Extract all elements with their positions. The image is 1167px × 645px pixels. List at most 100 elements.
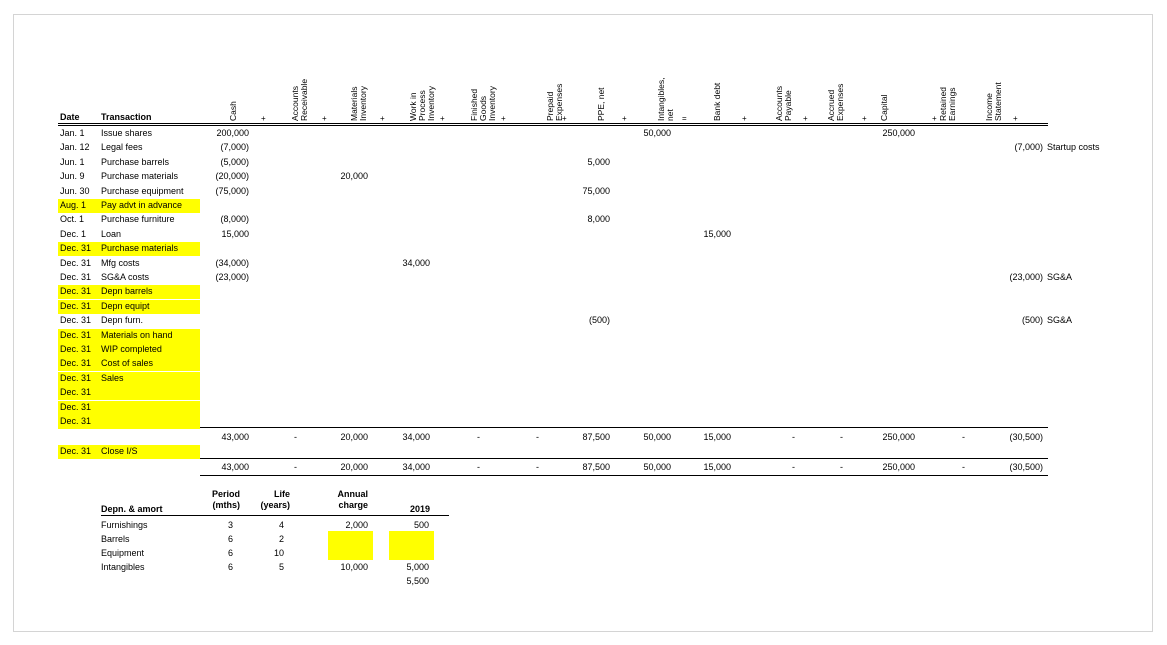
header-underline-2	[58, 125, 1048, 126]
close-transaction: Close I/S	[101, 446, 138, 456]
row-date: Dec. 31	[60, 243, 92, 253]
cell-income: (23,000)	[1009, 272, 1043, 282]
cell-cash: 15,000	[221, 229, 249, 239]
row-transaction: Purchase furniture	[101, 214, 175, 224]
depn-life: 10	[273, 548, 284, 558]
operator-8: =	[682, 114, 687, 123]
cell-ppe: 75,000	[582, 186, 610, 196]
cell-cash: (5,000)	[220, 157, 249, 167]
row-date: Dec. 31	[60, 258, 92, 268]
row-date: Dec. 31	[60, 330, 92, 340]
cell-cash: (7,000)	[220, 142, 249, 152]
row-date: Aug. 1	[60, 200, 87, 210]
transaction-header: Transaction	[101, 112, 152, 122]
final-accrued: -	[840, 462, 843, 472]
depn-life: 4	[278, 520, 284, 530]
row-date: Dec. 1	[60, 229, 87, 239]
depn-total: 5,500	[406, 576, 429, 586]
depn-underline	[101, 515, 449, 516]
row-transaction: Purchase barrels	[101, 157, 170, 167]
row-date: Jan. 1	[60, 128, 85, 138]
depn-annual: 10,000	[340, 562, 368, 572]
final-topline	[200, 458, 1048, 459]
column-header-ppe: PPE, net	[596, 87, 606, 121]
cell-bank: 15,000	[703, 229, 731, 239]
column-header-ap: Accounts Payable	[774, 86, 793, 121]
operator-3: +	[380, 114, 385, 123]
row-date: Dec. 31	[60, 315, 92, 325]
row-date: Dec. 31	[60, 272, 92, 282]
column-header-accrued: Accrued Expenses	[826, 83, 845, 121]
column-header-capital: Capital	[879, 94, 889, 121]
depn-period: 6	[227, 548, 233, 558]
cell-wip: 34,000	[402, 258, 430, 268]
depn-highlight-annual	[328, 531, 373, 560]
row-date: Dec. 31	[60, 301, 92, 311]
operator-5: +	[501, 114, 506, 123]
final-prepaid: -	[536, 462, 539, 472]
total-accrued: -	[840, 432, 843, 442]
close-date: Dec. 31	[60, 446, 92, 456]
column-header-wip: Work in Process Inventory	[408, 86, 436, 121]
cell-cash: 200,000	[216, 128, 249, 138]
column-header-prepaid: Prepaid Expenses	[545, 83, 564, 121]
operator-2: +	[322, 114, 327, 123]
row-date: Jun. 30	[60, 186, 90, 196]
cell-cash: (75,000)	[215, 186, 249, 196]
depn-label-header: Depn. & amort	[101, 504, 163, 514]
operator-1: +	[261, 114, 266, 123]
row-date: Oct. 1	[60, 214, 85, 224]
row-transaction: Depn furn.	[101, 315, 144, 325]
final-ar: -	[294, 462, 297, 472]
operator-9: +	[742, 114, 747, 123]
depn-year: 500	[413, 520, 429, 530]
row-transaction: Purchase materials	[101, 243, 179, 253]
column-header-materials: Materials Inventory	[349, 86, 368, 121]
cell-cash: (23,000)	[215, 272, 249, 282]
operator-11: +	[862, 114, 867, 123]
depn-period-header-2: (mths)	[212, 500, 241, 510]
operator-10: +	[803, 114, 808, 123]
row-transaction: SG&A costs	[101, 272, 150, 282]
depn-period: 6	[227, 534, 233, 544]
cell-income: (500)	[1021, 315, 1043, 325]
depn-label: Barrels	[101, 534, 130, 544]
total-income: (30,500)	[1009, 432, 1043, 442]
row-transaction: Mfg costs	[101, 258, 140, 268]
cell-income: (7,000)	[1014, 142, 1043, 152]
column-header-cash: Cash	[228, 101, 238, 121]
cell-capital: 250,000	[882, 128, 915, 138]
income-note: SG&A	[1047, 272, 1073, 282]
totals-topline	[200, 427, 1048, 428]
depn-period: 6	[227, 562, 233, 572]
cell-ppe: 8,000	[587, 214, 610, 224]
row-transaction: Cost of sales	[101, 358, 154, 368]
depn-label: Intangibles	[101, 562, 145, 572]
total-re: -	[962, 432, 965, 442]
row-date: Dec. 31	[60, 358, 92, 368]
cell-cash: (34,000)	[215, 258, 249, 268]
row-date: Dec. 31	[60, 402, 92, 412]
column-header-re: Retained Earnings	[938, 86, 957, 121]
final-re: -	[962, 462, 965, 472]
depn-life: 5	[278, 562, 284, 572]
row-date: Jun. 9	[60, 171, 85, 181]
row-date: Dec. 31	[60, 373, 92, 383]
depn-annual: 2,000	[345, 520, 368, 530]
depn-year-header: 2019	[409, 504, 430, 514]
column-header-intangibles: Intangibles, net	[656, 77, 675, 121]
final-underline	[200, 475, 1048, 476]
depn-annual-header-2: charge	[338, 500, 368, 510]
cell-cash: (8,000)	[220, 214, 249, 224]
row-transaction: WIP completed	[101, 344, 162, 354]
depn-highlight-2019	[389, 531, 434, 560]
row-transaction: Materials on hand	[101, 330, 173, 340]
date-header: Date	[60, 112, 80, 122]
row-transaction: Legal fees	[101, 142, 143, 152]
row-transaction: Depn equipt	[101, 301, 150, 311]
income-note: SG&A	[1047, 315, 1073, 325]
depn-period-header: Period	[211, 489, 240, 499]
row-date: Jun. 1	[60, 157, 85, 167]
row-date: Dec. 31	[60, 286, 92, 296]
cell-ppe: 5,000	[587, 157, 610, 167]
